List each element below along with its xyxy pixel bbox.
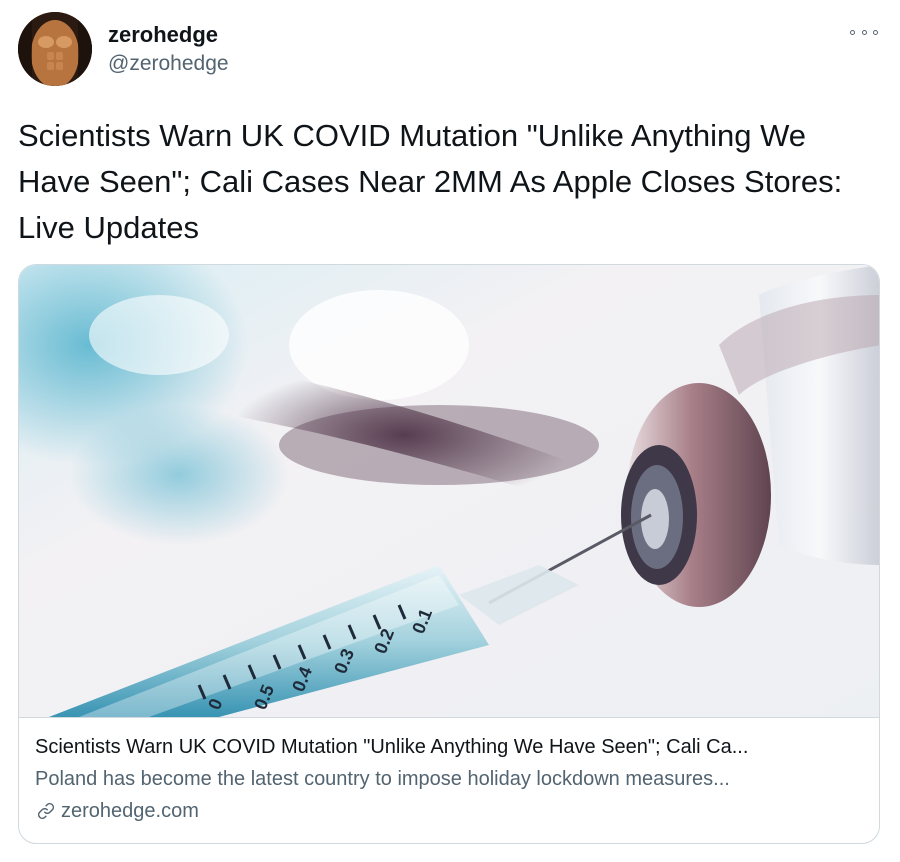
more-dot <box>850 29 855 35</box>
card-domain: zerohedge.com <box>61 800 199 822</box>
card-description: Poland has become the latest country to … <box>35 768 730 790</box>
card-divider <box>19 717 879 718</box>
tweet: zerohedge @zerohedge Scientists Warn UK … <box>0 0 900 862</box>
card-image[interactable]: 0 0.5 0.4 0.3 0.2 0.1 <box>19 265 879 717</box>
author-display-name[interactable]: zerohedge <box>108 22 218 48</box>
author-handle[interactable]: @zerohedge <box>108 52 229 76</box>
more-dot <box>861 29 867 35</box>
card-domain-row[interactable]: zerohedge.com <box>35 795 865 827</box>
link-icon <box>37 802 55 820</box>
more-dot <box>873 29 878 35</box>
card-title[interactable]: Scientists Warn UK COVID Mutation "Unlik… <box>35 731 865 763</box>
avatar-image <box>18 12 92 86</box>
more-options-icon[interactable] <box>850 22 878 42</box>
syringe-vial-illustration: 0 0.5 0.4 0.3 0.2 0.1 <box>19 265 879 717</box>
card-body[interactable]: Scientists Warn UK COVID Mutation "Unlik… <box>35 731 865 827</box>
link-card[interactable]: 0 0.5 0.4 0.3 0.2 0.1 Scientists Warn UK… <box>18 264 880 844</box>
avatar[interactable] <box>18 12 92 86</box>
tweet-text: Scientists Warn UK COVID Mutation "Unlik… <box>18 118 843 245</box>
